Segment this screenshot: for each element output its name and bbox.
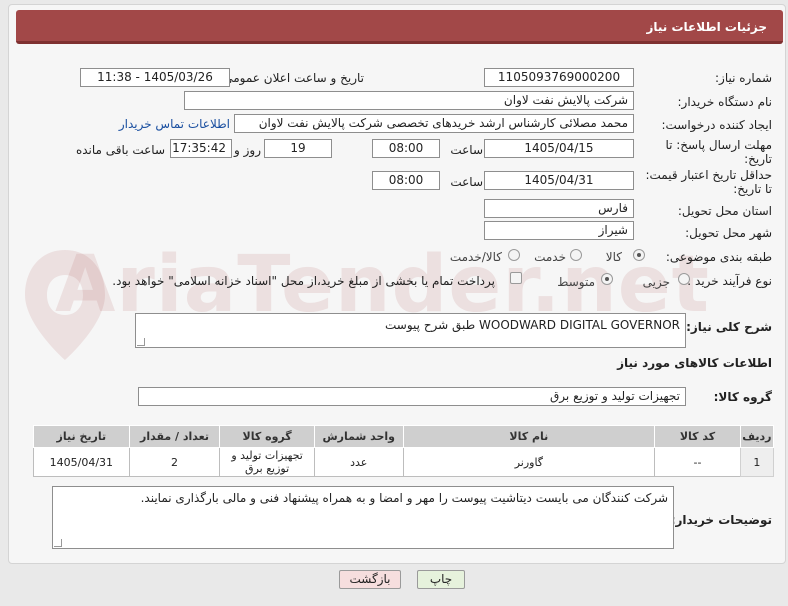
province-label: استان محل تحویل:	[677, 204, 772, 218]
description-resize-handle[interactable]	[137, 338, 145, 346]
description-textarea[interactable]: WOODWARD DIGITAL GOVERNOR طبق شرح پیوست	[135, 313, 686, 348]
price-time-label: ساعت	[450, 175, 483, 189]
deadline-label-1: مهلت ارسال پاسخ: تا	[665, 138, 772, 152]
page-title: جزئیات اطلاعات نیاز	[646, 20, 767, 34]
buyer-notes-text: شرکت کنندگان می بایست دیتاشیت پیوست را م…	[140, 491, 668, 505]
goods-group-label: گروه کالا:	[713, 390, 772, 404]
back-button[interactable]: بازگشت	[339, 570, 401, 589]
cell-quantity: 2	[128, 447, 221, 477]
goods-table: ردیف کد کالا نام کالا واحد شمارش گروه کا…	[33, 425, 775, 477]
page-header: جزئیات اطلاعات نیاز	[16, 10, 783, 44]
buyer-notes-label: توضیحات خریدار:	[670, 513, 772, 527]
city-field: شیراز	[484, 221, 634, 240]
category-option-goods-service: کالا/خدمت	[449, 250, 502, 264]
days-label: روز و	[234, 143, 261, 157]
process-radio-medium[interactable]	[601, 273, 613, 285]
remaining-time-field: 17:35:42	[170, 139, 232, 158]
city-label: شهر محل تحویل:	[685, 226, 772, 240]
treasury-payment-checkbox[interactable]	[510, 272, 522, 284]
province-field: فارس	[484, 199, 634, 218]
remaining-label: ساعت باقی مانده	[75, 143, 165, 157]
process-radio-minor[interactable]	[678, 273, 690, 285]
cell-unit: عدد	[313, 447, 404, 477]
category-radio-goods-service[interactable]	[508, 249, 520, 261]
payment-note: پرداخت تمام یا بخشی از مبلغ خرید،از محل …	[112, 274, 495, 288]
price-validity-label-1: حداقل تاریخ اعتبار قیمت:	[645, 168, 772, 182]
cell-goods-name: گاورنر	[402, 447, 656, 477]
category-option-goods: کالا	[605, 250, 622, 264]
creator-label: ایجاد کننده درخواست:	[661, 118, 772, 132]
goods-info-title: اطلاعات کالاهای مورد نیاز	[617, 356, 772, 370]
print-button[interactable]: چاپ	[417, 570, 465, 589]
buyer-org-field: شرکت پالایش نفت لاوان	[184, 91, 634, 110]
creator-field: محمد مصلائی کارشناس ارشد خریدهای تخصصی ش…	[234, 114, 634, 133]
buyer-notes-resize-handle[interactable]	[54, 539, 62, 547]
process-label: نوع فرآیند خرید :	[687, 274, 772, 288]
deadline-label-2: تاریخ:	[744, 152, 772, 166]
table-row: 1 -- گاورنر عدد تجهیزات تولید و توزیع بر…	[33, 447, 775, 477]
announce-field: 1405/03/26 - 11:38	[80, 68, 230, 87]
cell-need-date: 1405/04/31	[33, 447, 130, 477]
goods-group-field: تجهیزات تولید و توزیع برق	[138, 387, 686, 406]
deadline-time-label: ساعت	[450, 143, 483, 157]
col-header-unit: واحد شمارش	[313, 425, 404, 448]
contact-info-link[interactable]: اطلاعات تماس خریدار	[119, 117, 230, 131]
process-option-minor: جزیی	[642, 275, 670, 289]
price-validity-label-2: تا تاریخ:	[733, 182, 772, 196]
buyer-notes-textarea[interactable]: شرکت کنندگان می بایست دیتاشیت پیوست را م…	[52, 486, 674, 549]
deadline-time-field: 08:00	[372, 139, 440, 158]
col-header-goods-name: نام کالا	[402, 425, 656, 448]
deadline-date-field: 1405/04/15	[484, 139, 634, 158]
col-header-goods-group: گروه کالا	[219, 425, 315, 448]
category-radio-goods[interactable]	[633, 249, 645, 261]
category-option-service: خدمت	[534, 250, 566, 264]
announce-label: تاریخ و ساعت اعلان عمومی:	[219, 71, 364, 85]
price-date-field: 1405/04/31	[484, 171, 634, 190]
cell-goods-code: --	[654, 447, 741, 477]
category-label: طبقه بندی موضوعی:	[665, 250, 772, 264]
category-radio-service[interactable]	[570, 249, 582, 261]
col-header-row-number: ردیف	[739, 425, 775, 448]
description-label: شرح کلی نیاز:	[686, 320, 772, 334]
col-header-quantity: تعداد / مقدار	[128, 425, 221, 448]
need-number-label: شماره نیاز:	[715, 71, 772, 85]
cell-goods-group: تجهیزات تولید و توزیع برق	[219, 447, 315, 477]
need-number-field: 1105093769000200	[484, 68, 634, 87]
buyer-org-label: نام دستگاه خریدار:	[677, 95, 773, 109]
col-header-need-date: تاریخ نیاز	[33, 425, 130, 448]
col-header-goods-code: کد کالا	[654, 425, 741, 448]
description-text: WOODWARD DIGITAL GOVERNOR طبق شرح پیوست	[385, 318, 680, 332]
goods-table-header-row: ردیف کد کالا نام کالا واحد شمارش گروه کا…	[33, 425, 775, 448]
cell-row-number: 1	[739, 447, 775, 477]
price-time-field: 08:00	[372, 171, 440, 190]
process-option-medium: متوسط	[557, 275, 595, 289]
days-field: 19	[264, 139, 332, 158]
